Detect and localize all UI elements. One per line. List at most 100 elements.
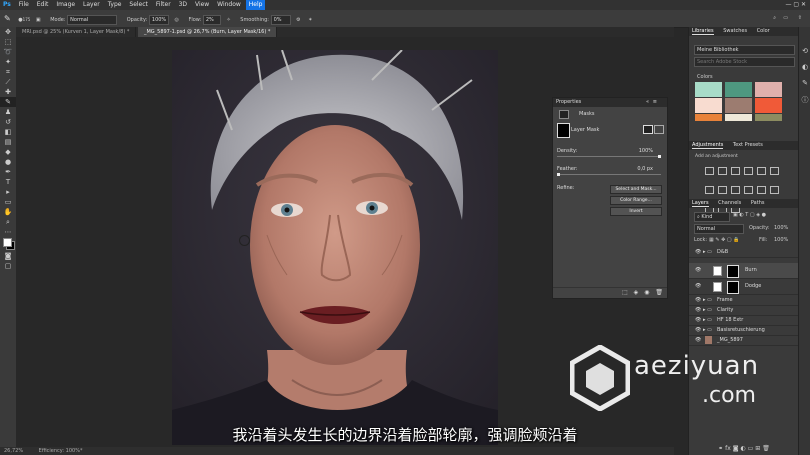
brush-settings-icon[interactable]: ▣ <box>36 17 41 23</box>
load-selection-icon[interactable]: ⬚ <box>622 289 628 296</box>
visibility-eye-icon[interactable]: 👁 <box>695 335 701 345</box>
layer-mask-thumbnail[interactable] <box>557 123 570 138</box>
tab-document-2[interactable]: _MG_5897-1.psd @ 26,7% (Burn, Layer Mask… <box>137 27 278 37</box>
mode-select[interactable]: Normal <box>67 14 118 25</box>
airbrush-icon[interactable]: ✧ <box>226 17 230 23</box>
color-swatch[interactable] <box>695 98 722 113</box>
blur-tool-icon[interactable]: ◆ <box>0 147 16 157</box>
apply-mask-icon[interactable]: ◈ <box>634 289 639 296</box>
color-swatches[interactable] <box>0 237 16 251</box>
color-swatch[interactable] <box>755 82 782 97</box>
efficiency-info[interactable]: Efficiency: 100%* <box>39 448 83 454</box>
tab-layers[interactable]: Layers <box>692 200 709 207</box>
color-panel-icon[interactable]: ◐ <box>799 63 810 71</box>
delete-mask-icon[interactable]: 🗑 <box>655 289 663 296</box>
menu-image[interactable]: Image <box>53 0 78 10</box>
menu-filter[interactable]: Filter <box>153 0 174 10</box>
brush-tool-icon-sidebar[interactable]: ✎ <box>0 97 16 107</box>
visibility-eye-icon[interactable]: 👁 <box>695 263 701 278</box>
symmetry-icon[interactable]: ✶ <box>308 17 312 23</box>
layer-thumbnail[interactable] <box>713 282 722 292</box>
panel-menu-icon[interactable]: ≡ <box>653 98 657 107</box>
layer-thumbnail[interactable] <box>705 336 712 344</box>
new-adjustment-icon[interactable]: ◐ <box>740 445 745 452</box>
ps-logo-icon[interactable]: Ps <box>0 0 14 10</box>
tab-channels[interactable]: Channels <box>718 200 741 206</box>
foreground-color[interactable] <box>3 238 12 247</box>
group-folder-icon[interactable]: ▸ ▭ <box>703 247 712 257</box>
tab-document-1[interactable]: MRI.psd @ 25% (Kurven 1, Layer Mask/8) * <box>16 27 137 37</box>
menu-edit[interactable]: Edit <box>34 0 52 10</box>
color-swatch[interactable] <box>755 114 782 121</box>
healing-tool-icon[interactable]: ✚ <box>0 87 16 97</box>
workspace-icon[interactable]: ▭ <box>783 10 788 27</box>
menu-window[interactable]: Window <box>214 0 244 10</box>
group-folder-icon[interactable]: ▸ ▭ <box>703 315 712 325</box>
layer-row[interactable]: 👁 ▸ ▭ D&B <box>689 247 799 258</box>
path-select-tool-icon[interactable]: ▸ <box>0 187 16 197</box>
move-tool-icon[interactable]: ✥ <box>0 27 16 37</box>
history-panel-icon[interactable]: ⟲ <box>799 47 810 55</box>
layer-mask-thumbnail[interactable] <box>727 265 739 278</box>
visibility-eye-icon[interactable]: 👁 <box>695 247 701 257</box>
layer-mask-thumbnail[interactable] <box>727 281 739 294</box>
new-layer-icon[interactable]: ⊞ <box>755 445 760 452</box>
menu-file[interactable]: File <box>16 0 32 10</box>
fx-icon[interactable]: fx <box>725 445 731 452</box>
tab-text-presets[interactable]: Text Presets <box>733 142 763 148</box>
color-swatch[interactable] <box>695 114 722 121</box>
library-select[interactable]: Meine Bibliothek <box>694 45 795 55</box>
brush-size-preview[interactable]: ●175 <box>18 17 30 23</box>
hue-sat-icon[interactable] <box>770 167 779 175</box>
tab-color[interactable]: Color <box>757 28 770 34</box>
tab-adjustments[interactable]: Adjustments <box>692 142 724 149</box>
color-swatch[interactable] <box>725 114 752 121</box>
share-icon[interactable]: ⇪ <box>798 10 802 27</box>
group-folder-icon[interactable]: ▸ ▭ <box>703 325 712 335</box>
group-folder-icon[interactable]: ▸ ▭ <box>703 295 712 305</box>
feather-value[interactable]: 0,0 px <box>637 166 653 172</box>
eyedropper-tool-icon[interactable]: ⟋ <box>0 77 16 87</box>
brush-tool-icon[interactable]: ✎ <box>4 14 11 23</box>
group-folder-icon[interactable]: ▸ ▭ <box>703 305 712 315</box>
visibility-eye-icon[interactable]: 👁 <box>695 295 701 305</box>
lasso-tool-icon[interactable]: ➰ <box>0 47 16 57</box>
menu-type[interactable]: Type <box>105 0 125 10</box>
smoothing-gear-icon[interactable]: ⚙ <box>296 17 300 23</box>
color-balance-icon[interactable] <box>705 186 714 194</box>
brush-panel-icon[interactable]: ✎ <box>799 79 810 87</box>
info-panel-icon[interactable]: ⓘ <box>799 95 810 105</box>
color-swatch[interactable] <box>725 82 752 97</box>
color-swatch[interactable] <box>725 98 752 113</box>
menu-help[interactable]: Help <box>245 0 266 10</box>
select-and-mask-button[interactable]: Select and Mask... <box>610 185 662 194</box>
add-mask-icon[interactable]: ◙ <box>733 445 739 452</box>
invert-adj-icon[interactable] <box>757 186 766 194</box>
vibrance-icon[interactable] <box>757 167 766 175</box>
opacity-field[interactable]: 100% <box>148 14 169 25</box>
stamp-tool-icon[interactable]: ♟ <box>0 107 16 117</box>
window-controls[interactable]: — ▢ ✕ <box>785 0 806 10</box>
search-icon[interactable]: ⌕ <box>773 10 776 27</box>
layer-row[interactable]: 👁 Dodge <box>689 279 799 295</box>
pen-tool-icon[interactable]: ✒ <box>0 167 16 177</box>
marquee-tool-icon[interactable]: ⬚ <box>0 37 16 47</box>
new-group-icon[interactable]: ▭ <box>748 445 754 452</box>
blend-mode-select[interactable]: Normal <box>694 224 744 234</box>
visibility-eye-icon[interactable]: 👁 <box>695 305 701 315</box>
photo-filter-icon[interactable] <box>731 186 740 194</box>
fill-value[interactable]: 100% <box>774 237 788 243</box>
pressure-opacity-icon[interactable]: ◎ <box>174 17 178 23</box>
gradient-tool-icon[interactable]: ▤ <box>0 137 16 147</box>
tab-swatches[interactable]: Swatches <box>723 28 747 34</box>
color-swatch[interactable] <box>695 82 722 97</box>
menu-3d[interactable]: 3D <box>176 0 190 10</box>
exposure-icon[interactable] <box>744 167 753 175</box>
quick-mask-icon[interactable]: ◙ <box>0 251 16 261</box>
visibility-eye-icon[interactable]: 👁 <box>695 279 701 294</box>
enable-mask-icon[interactable]: ◉ <box>644 289 649 296</box>
hand-tool-icon[interactable]: ✋ <box>0 207 16 217</box>
layer-filter-icons[interactable]: ▣ ◐ T ▢ ◈ ● <box>733 212 766 218</box>
more-tools-icon[interactable]: ⋯ <box>0 227 16 237</box>
black-white-icon[interactable] <box>718 186 727 194</box>
